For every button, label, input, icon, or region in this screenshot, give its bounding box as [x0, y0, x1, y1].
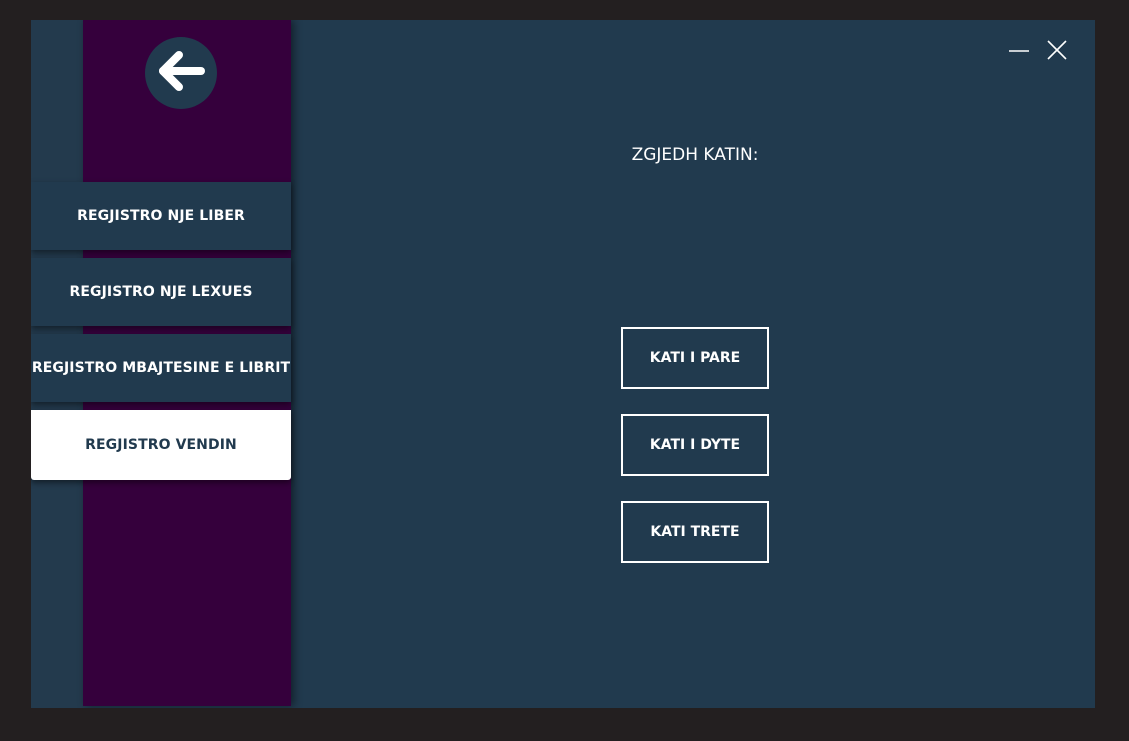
close-button[interactable]	[1045, 40, 1069, 64]
minimize-icon	[1008, 39, 1030, 65]
nav-label: REGJISTRO MBAJTESINE E LIBRIT	[31, 360, 291, 376]
floor-button-second[interactable]: KATI I DYTE	[621, 414, 769, 476]
floor-label: KATI I DYTE	[649, 437, 741, 453]
nav-label: REGJISTRO VENDIN	[85, 437, 237, 453]
nav-register-loan[interactable]: REGJISTRO MBAJTESINE E LIBRIT	[31, 334, 291, 402]
back-button[interactable]	[145, 37, 217, 109]
floor-button-third[interactable]: KATI TRETE	[621, 501, 769, 563]
page-title: ZGJEDH KATIN:	[631, 145, 759, 165]
arrow-left-icon	[155, 51, 207, 95]
floor-label: KATI TRETE	[650, 524, 740, 540]
nav-label: REGJISTRO NJE LEXUES	[69, 284, 253, 300]
nav-register-reader[interactable]: REGJISTRO NJE LEXUES	[31, 258, 291, 326]
floor-button-first[interactable]: KATI I PARE	[621, 327, 769, 389]
nav-register-place[interactable]: REGJISTRO VENDIN	[31, 410, 291, 480]
close-icon	[1046, 39, 1068, 65]
minimize-button[interactable]	[1007, 40, 1031, 64]
nav-label: REGJISTRO NJE LIBER	[77, 208, 245, 224]
floor-label: KATI I PARE	[649, 350, 741, 366]
app-window: REGJISTRO NJE LIBER REGJISTRO NJE LEXUES…	[31, 20, 1095, 708]
nav-register-book[interactable]: REGJISTRO NJE LIBER	[31, 182, 291, 250]
